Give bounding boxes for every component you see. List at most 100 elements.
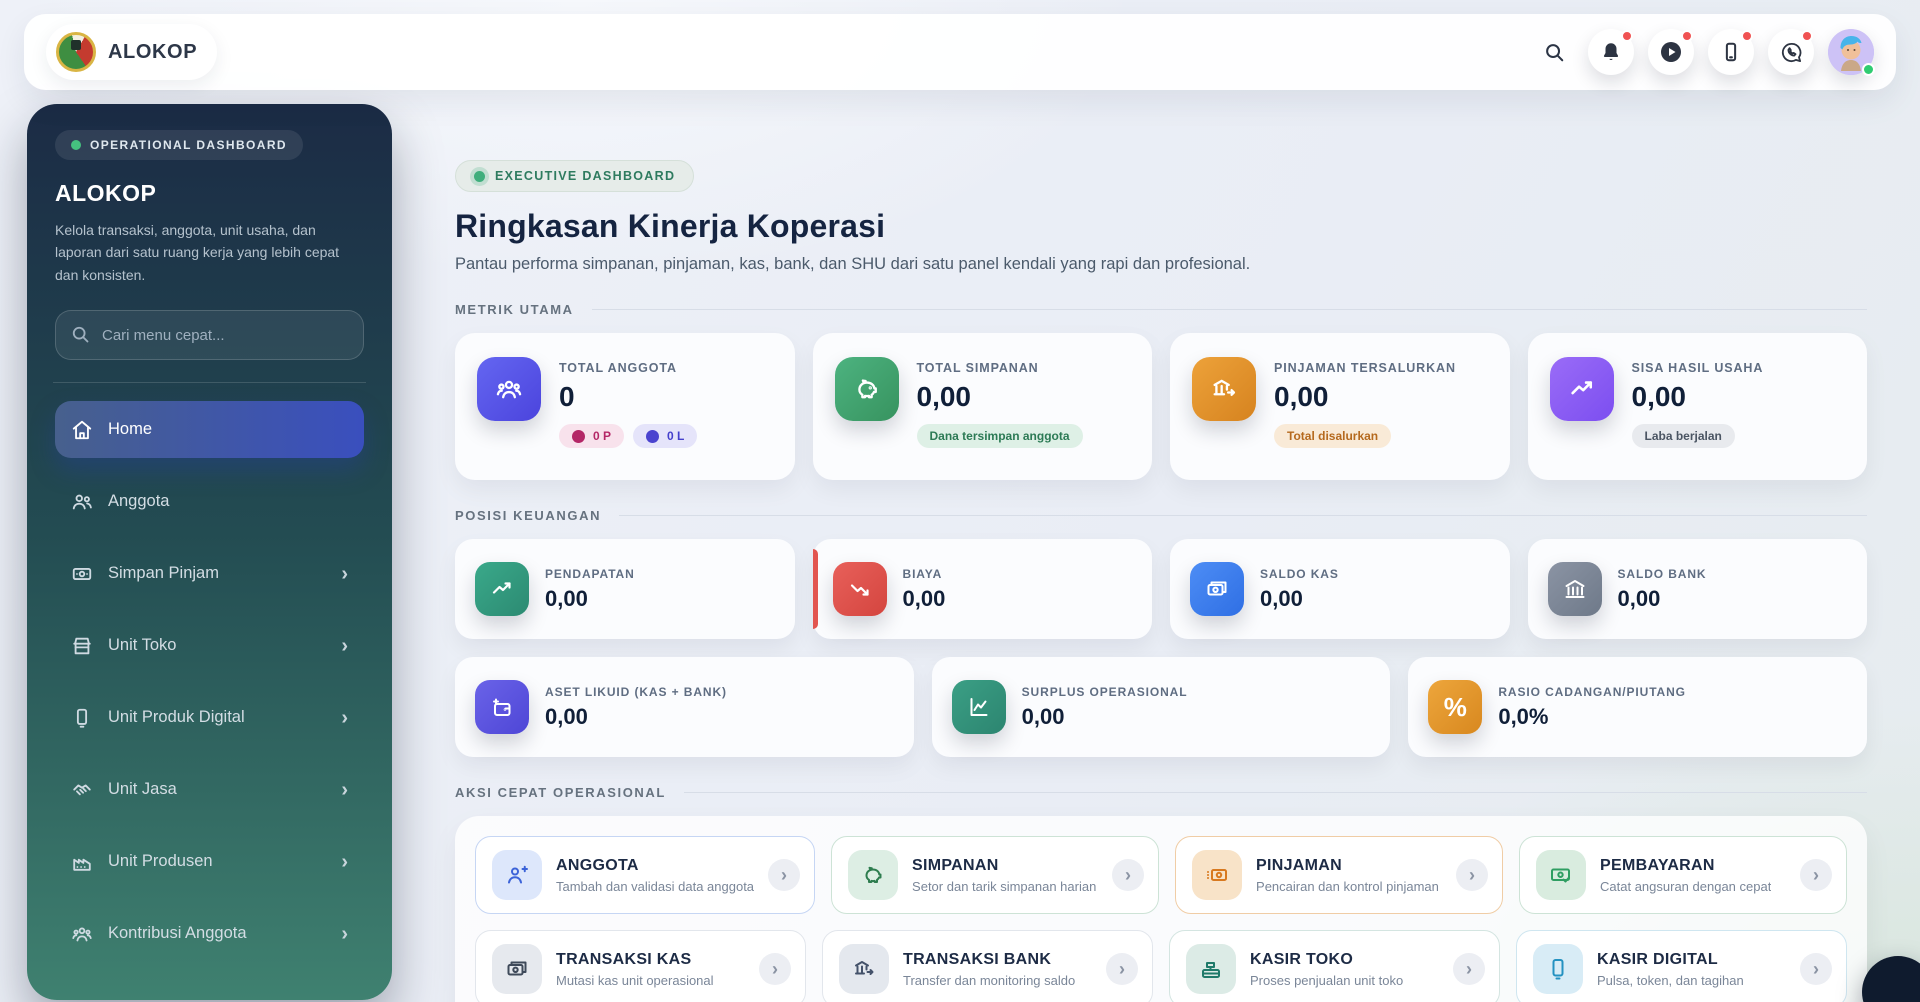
dot-icon xyxy=(646,429,660,443)
banknote-check-icon xyxy=(1536,850,1587,900)
online-status-dot xyxy=(1862,63,1875,76)
metric-card-total-anggota: TOTAL ANGGOTA 0 0 P 0 L xyxy=(455,333,795,480)
sidebar-badge: OPERATIONAL DASHBOARD xyxy=(55,130,303,160)
chevron-right-icon: › xyxy=(341,634,348,657)
section-aksi-cepat: AKSI CEPAT OPERASIONAL xyxy=(455,785,1867,800)
trend-up-icon xyxy=(1549,357,1614,421)
section-label: POSISI KEUANGAN xyxy=(455,508,602,523)
app-window: ALOKOP OPERATIONAL DASHBOARD ALOKOP Kelo… xyxy=(0,0,1920,1002)
chevron-right-icon: › xyxy=(341,562,348,585)
sidebar-item-label: Unit Produsen xyxy=(108,852,213,871)
sidebar-item-unit-toko[interactable]: Unit Toko › xyxy=(55,617,364,674)
users-group-icon xyxy=(71,923,93,945)
quick-actions-panel: ANGGOTA Tambah dan validasi data anggota… xyxy=(455,816,1867,1002)
sidebar-search xyxy=(55,310,364,361)
percent-icon: % xyxy=(1428,680,1483,734)
brand-name: ALOKOP xyxy=(108,40,198,63)
chevron-right-icon: › xyxy=(341,850,348,873)
chevron-right-icon[interactable]: › xyxy=(768,859,801,891)
sidebar-item-anggota[interactable]: Anggota xyxy=(55,473,364,530)
quick-action-anggota[interactable]: ANGGOTA Tambah dan validasi data anggota… xyxy=(475,836,816,914)
metric-card-sisa-hasil-usaha: SISA HASIL USAHA 0,00 Laba berjalan xyxy=(1527,333,1867,480)
quick-action-transaksi-bank[interactable]: TRANSAKSI BANK Transfer dan monitoring s… xyxy=(822,930,1153,1002)
sidebar-item-kontribusi-anggota[interactable]: Kontribusi Anggota › xyxy=(55,905,364,962)
metric-value: 0,00 xyxy=(1274,381,1329,412)
floating-chat-button[interactable] xyxy=(1862,956,1920,1002)
main-content: EXECUTIVE DASHBOARD Ringkasan Kinerja Ko… xyxy=(455,0,1867,1002)
brand-logo-pill[interactable]: ALOKOP xyxy=(46,24,218,80)
divider xyxy=(53,382,366,384)
search-input[interactable] xyxy=(55,310,364,361)
metric-value: 0,00 xyxy=(916,381,972,412)
metric-label: TOTAL SIMPANAN xyxy=(916,361,1039,375)
banknote-dots-icon xyxy=(1192,850,1243,900)
finance-grid-row1: PENDAPATAN 0,00 BIAYA 0,00 SALDO KAS 0,0… xyxy=(455,539,1867,639)
smartphone-icon xyxy=(1533,944,1583,994)
banknotes-icon xyxy=(1190,562,1244,616)
notification-dot xyxy=(1681,30,1693,42)
search-icon xyxy=(70,324,90,344)
sidebar-item-simpan-pinjam[interactable]: Simpan Pinjam › xyxy=(55,545,364,602)
notifications-bell-icon[interactable] xyxy=(1588,29,1634,75)
sidebar-item-label: Unit Produk Digital xyxy=(108,708,245,727)
sidebar-item-unit-produk-digital[interactable]: Unit Produk Digital › xyxy=(55,689,364,746)
finance-card-saldo-kas: SALDO KAS 0,00 xyxy=(1170,539,1510,639)
trend-down-icon xyxy=(832,562,887,616)
section-metrik-utama: METRIK UTAMA xyxy=(455,302,1867,317)
finance-card-biaya: BIAYA 0,00 xyxy=(812,539,1152,639)
banknotes-icon xyxy=(492,944,542,994)
cash-register-icon xyxy=(1186,944,1236,994)
status-badge: Laba berjalan xyxy=(1631,424,1735,448)
quick-action-simpanan[interactable]: SIMPANAN Setor dan tarik simpanan harian… xyxy=(831,836,1160,914)
smartphone-icon xyxy=(71,707,93,729)
dot-icon xyxy=(572,429,585,443)
chevron-right-icon: › xyxy=(341,706,348,729)
play-media-icon[interactable] xyxy=(1648,29,1694,75)
chevron-right-icon[interactable]: › xyxy=(1106,953,1138,985)
factory-icon xyxy=(71,851,93,873)
sidebar: OPERATIONAL DASHBOARD ALOKOP Kelola tran… xyxy=(27,104,392,1000)
quick-action-transaksi-kas[interactable]: TRANSAKSI KAS Mutasi kas unit operasiona… xyxy=(475,930,806,1002)
quick-action-pinjaman[interactable]: PINJAMAN Pencairan dan kontrol pinjaman … xyxy=(1175,836,1504,914)
sidebar-item-unit-produsen[interactable]: Unit Produsen › xyxy=(55,833,364,890)
notification-dot xyxy=(1801,30,1813,42)
sidebar-item-home[interactable]: Home xyxy=(55,401,364,459)
executive-dashboard-badge: EXECUTIVE DASHBOARD xyxy=(455,160,695,192)
bank-arrow-icon xyxy=(839,944,889,994)
chevron-right-icon[interactable]: › xyxy=(1112,859,1145,891)
sidebar-title: ALOKOP xyxy=(55,180,157,206)
sidebar-item-unit-jasa[interactable]: Unit Jasa › xyxy=(55,761,364,818)
chevron-right-icon[interactable]: › xyxy=(1456,859,1489,891)
status-dot-icon xyxy=(474,170,485,182)
quick-action-pembayaran[interactable]: PEMBAYARAN Catat angsuran dengan cepat › xyxy=(1519,836,1847,914)
finance-card-saldo-bank: SALDO BANK 0,00 xyxy=(1527,539,1867,639)
sidebar-badge-label: OPERATIONAL DASHBOARD xyxy=(90,138,287,152)
chevron-right-icon[interactable]: › xyxy=(1800,953,1832,985)
chevron-right-icon[interactable]: › xyxy=(1800,859,1832,891)
chevron-right-icon[interactable]: › xyxy=(1453,953,1485,985)
metric-card-pinjaman-tersalurkan: PINJAMAN TERSALURKAN 0,00 Total disalurk… xyxy=(1170,333,1510,480)
notification-dot xyxy=(1621,30,1633,42)
chevron-right-icon[interactable]: › xyxy=(759,953,791,985)
executive-badge-label: EXECUTIVE DASHBOARD xyxy=(495,169,676,183)
user-avatar[interactable] xyxy=(1828,29,1875,76)
search-icon[interactable] xyxy=(1534,32,1574,72)
finance-card-surplus-operasional: SURPLUS OPERASIONAL 0,00 xyxy=(931,657,1391,757)
metric-value: 0,00 xyxy=(1631,381,1687,412)
home-icon xyxy=(71,419,93,441)
quick-action-kasir-digital[interactable]: KASIR DIGITAL Pulsa, token, dan tagihan … xyxy=(1516,930,1847,1002)
bank-icon xyxy=(1547,562,1602,616)
status-badge: Dana tersimpan anggota xyxy=(916,424,1083,448)
metrics-grid: TOTAL ANGGOTA 0 0 P 0 L TOTAL SIMPANAN 0… xyxy=(455,333,1867,480)
sidebar-nav: Home Anggota Simpan Pinjam › Unit Toko ›… xyxy=(55,401,364,962)
quick-action-kasir-toko[interactable]: KASIR TOKO Proses penjualan unit toko › xyxy=(1169,930,1500,1002)
sidebar-item-label: Simpan Pinjam xyxy=(108,564,219,583)
finance-card-rasio-cadangan: % RASIO CADANGAN/PIUTANG 0,0% xyxy=(1408,657,1867,757)
status-dot-icon xyxy=(71,140,81,150)
whatsapp-icon[interactable] xyxy=(1768,29,1814,75)
mobile-device-icon[interactable] xyxy=(1708,29,1754,75)
users-icon xyxy=(71,491,93,513)
person-plus-icon xyxy=(492,850,542,900)
storefront-icon xyxy=(71,635,93,657)
bank-arrow-icon xyxy=(1192,357,1256,421)
